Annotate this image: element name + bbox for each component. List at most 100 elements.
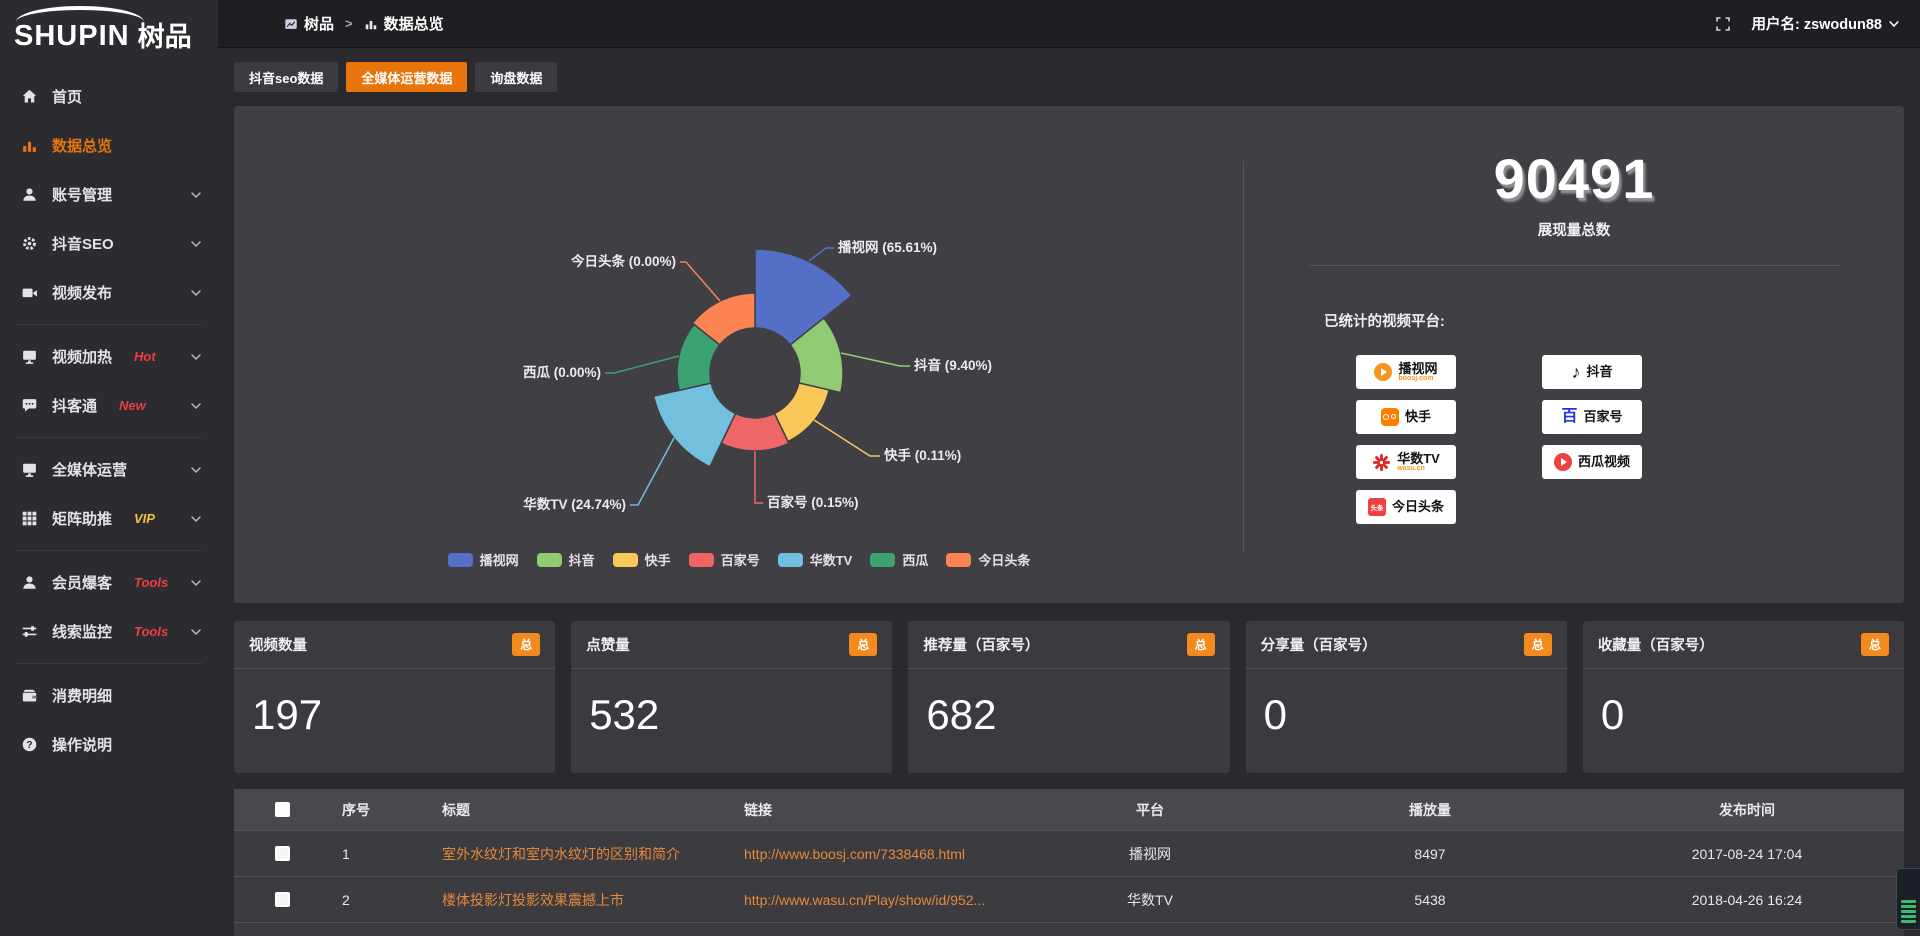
sidebar-item-label: 抖客通	[52, 395, 97, 416]
sidebar-item-badge: New	[119, 398, 146, 413]
platform-badge-今日头条: 头条今日头条	[1356, 490, 1456, 524]
breadcrumb: 树品 > 数据总览	[218, 13, 444, 34]
chevron-down-icon	[1888, 18, 1900, 30]
tab-抖音seo数据[interactable]: 抖音seo数据	[234, 62, 338, 92]
sidebar-item-wallet[interactable]: 消费明细	[0, 671, 218, 720]
breadcrumb-item[interactable]: 树品	[284, 13, 334, 34]
row-plays: 8497	[1270, 846, 1590, 862]
sidebar-divider	[16, 324, 202, 325]
sidebar-item-label: 抖音SEO	[52, 233, 114, 254]
video-url-link[interactable]: http://www.boosj.com/7338468.html	[732, 846, 1030, 862]
sidebar-item-label: 视频发布	[52, 282, 112, 303]
sidebar-item-badge: Hot	[134, 349, 156, 364]
sidebar-item-label: 首页	[52, 86, 82, 107]
tab-询盘数据[interactable]: 询盘数据	[475, 62, 557, 92]
chevron-down-icon	[190, 287, 202, 299]
bars-icon	[364, 17, 378, 31]
summary-divider	[1310, 265, 1840, 266]
row-index: 1	[330, 846, 430, 862]
platform-grid: 播视网boosj.com♪抖音快手百百家号华数TVwasu.cn西瓜视频头条今日…	[1356, 355, 1904, 524]
stat-card-点赞量: 点赞量总532	[571, 621, 892, 773]
column-header: 链接	[732, 800, 1030, 820]
logo-text-cn: 树品	[138, 24, 192, 51]
sidebar-item-chat[interactable]: 抖客通 New	[0, 381, 218, 430]
user-menu[interactable]: 用户名: zswodun88	[1751, 13, 1900, 34]
video-title-link[interactable]: 楼体投影灯投影效果震撼上市	[430, 890, 732, 910]
sidebar-item-badge: Tools	[134, 575, 168, 590]
legend-item-播视网[interactable]: 播视网	[448, 550, 519, 569]
sidebar-item-question[interactable]: ?操作说明	[0, 720, 218, 769]
legend-item-百家号[interactable]: 百家号	[689, 550, 760, 569]
pie-label: 百家号 (0.15%)	[767, 494, 859, 510]
row-publish-time: 2018-04-26 16:24	[1590, 892, 1904, 908]
legend-item-今日头条[interactable]: 今日头条	[946, 550, 1030, 569]
floating-widget-bars	[1901, 900, 1916, 923]
stat-card-label: 视频数量	[249, 634, 307, 655]
legend-item-快手[interactable]: 快手	[613, 550, 671, 569]
svg-text:?: ?	[26, 740, 32, 751]
table-row[interactable]: 2楼体投影灯投影效果震撼上市http://www.wasu.cn/Play/sh…	[234, 877, 1904, 923]
sidebar-divider	[16, 550, 202, 551]
monitor-icon	[20, 461, 38, 479]
kuaishou-logo-icon	[1381, 408, 1399, 426]
question-icon: ?	[20, 736, 38, 754]
sidebar-item-person[interactable]: 会员爆客Tools	[0, 558, 218, 607]
sidebar-item-monitor[interactable]: 全媒体运营	[0, 445, 218, 494]
legend-item-华数TV[interactable]: 华数TV	[778, 550, 853, 569]
pie-label: 今日头条 (0.00%)	[571, 253, 676, 269]
main-content: 抖音seo数据全媒体运营数据询盘数据 播视网 (65.61%)抖音 (9.40%…	[218, 48, 1920, 936]
logo-text-en: SHUPIN	[14, 22, 130, 51]
sidebar-item-heat[interactable]: 视频加热Hot	[0, 332, 218, 381]
topbar: 树品 > 数据总览 用户名: zswodun88	[218, 0, 1920, 48]
sidebar-item-chart[interactable]: 数据总览	[0, 121, 218, 170]
summary-area: 90491 展现量总数 已统计的视频平台: 播视网boosj.com♪抖音快手百…	[1244, 106, 1904, 603]
stat-card-label: 收藏量（百家号）	[1598, 634, 1714, 655]
sidebar-item-grid[interactable]: 矩阵助推VIP	[0, 494, 218, 543]
pie-label: 快手 (0.11%)	[884, 447, 961, 463]
floating-widget[interactable]	[1896, 868, 1920, 930]
sidebar-item-gear[interactable]: 抖音SEO	[0, 219, 218, 268]
legend-item-西瓜[interactable]: 西瓜	[870, 550, 928, 569]
video-url-link[interactable]: http://www.wasu.cn/Play/show/id/952...	[732, 892, 1030, 908]
platform-badge-西瓜视频: 西瓜视频	[1542, 445, 1642, 479]
sidebar-item-home[interactable]: 首页	[0, 72, 218, 121]
row-checkbox[interactable]	[275, 892, 290, 907]
sidebar-nav: 首页数据总览账号管理抖音SEO视频发布视频加热Hot抖客通New全媒体运营矩阵助…	[0, 62, 218, 769]
sidebar-item-video[interactable]: 视频发布	[0, 268, 218, 317]
app-icon	[284, 17, 298, 31]
breadcrumb-item[interactable]: 数据总览	[364, 13, 444, 34]
heat-icon	[20, 348, 38, 366]
sidebar-item-user[interactable]: 账号管理	[0, 170, 218, 219]
label-leader-line	[605, 356, 679, 373]
sidebar-divider	[16, 437, 202, 438]
table-row[interactable]: 1室外水纹灯和室内水纹灯的区别和简介http://www.boosj.com/7…	[234, 831, 1904, 877]
total-badge: 总	[512, 633, 540, 656]
sidebar-item-label: 线索监控	[52, 621, 112, 642]
row-index: 2	[330, 892, 430, 908]
fullscreen-icon[interactable]	[1715, 16, 1731, 32]
tab-全媒体运营数据[interactable]: 全媒体运营数据	[346, 62, 467, 92]
row-checkbox[interactable]	[275, 846, 290, 861]
pie-label: 播视网 (65.61%)	[838, 239, 937, 255]
breadcrumb-separator: >	[345, 16, 353, 31]
logo-arc-decoration	[16, 6, 144, 22]
column-header: 标题	[430, 800, 732, 820]
sidebar-item-label: 矩阵助推	[52, 508, 112, 529]
legend-swatch	[946, 553, 971, 567]
sliders-icon	[20, 623, 38, 641]
pie-slice-播视网[interactable]	[755, 249, 852, 345]
total-badge: 总	[1187, 633, 1215, 656]
platform-share-pie-chart: 播视网 (65.61%)抖音 (9.40%)快手 (0.11%)百家号 (0.1…	[234, 114, 1244, 546]
legend-item-抖音[interactable]: 抖音	[537, 550, 595, 569]
stat-card-value: 0	[1583, 669, 1904, 739]
chevron-down-icon	[190, 513, 202, 525]
legend-swatch	[778, 553, 803, 567]
data-tabs: 抖音seo数据全媒体运营数据询盘数据	[234, 62, 1904, 92]
platform-badge-播视网: 播视网boosj.com	[1356, 355, 1456, 389]
sidebar-item-sliders[interactable]: 线索监控Tools	[0, 607, 218, 656]
chevron-down-icon	[190, 238, 202, 250]
stat-card-label: 推荐量（百家号）	[923, 634, 1039, 655]
select-all-checkbox[interactable]	[275, 802, 290, 817]
label-leader-line	[814, 420, 880, 456]
video-title-link[interactable]: 室外水纹灯和室内水纹灯的区别和简介	[430, 844, 732, 864]
